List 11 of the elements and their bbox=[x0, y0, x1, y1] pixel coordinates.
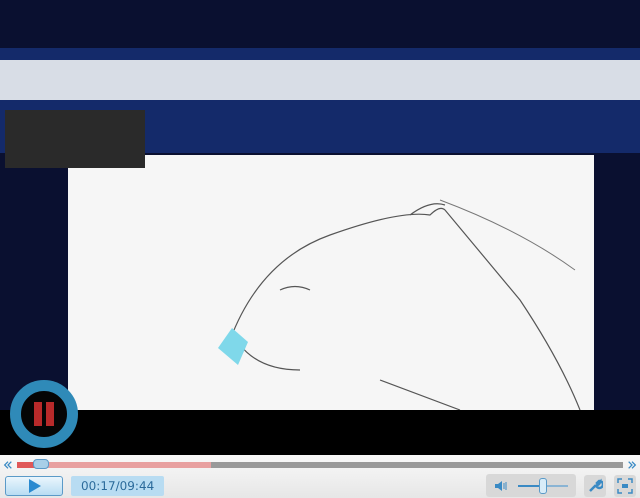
fast-forward-icon[interactable] bbox=[627, 460, 637, 470]
seek-handle[interactable] bbox=[33, 459, 50, 469]
volume-handle[interactable] bbox=[539, 478, 547, 494]
volume-slider[interactable] bbox=[518, 478, 568, 494]
rewind-icon[interactable] bbox=[3, 460, 13, 470]
highlighted-patch bbox=[218, 328, 248, 365]
time-display: 00:17/09:44 bbox=[71, 476, 164, 496]
play-button[interactable] bbox=[5, 476, 63, 496]
fullscreen-button[interactable] bbox=[614, 474, 636, 496]
play-icon bbox=[26, 478, 42, 494]
settings-button[interactable] bbox=[584, 474, 606, 496]
